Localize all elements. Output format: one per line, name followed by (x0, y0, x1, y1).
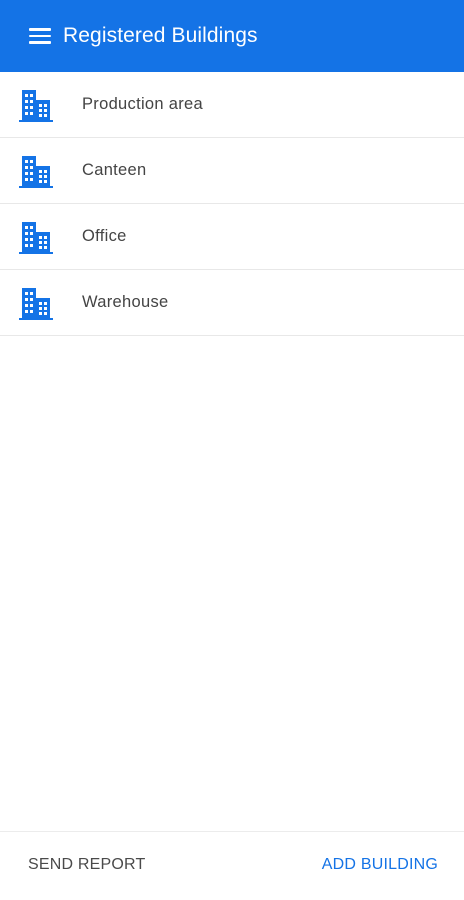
list-item-label: Office (82, 227, 127, 245)
add-building-button[interactable]: ADD BUILDING (322, 852, 438, 878)
list-item-warehouse[interactable]: Warehouse (0, 270, 464, 336)
app-bar: Registered Buildings (0, 0, 464, 72)
building-icon (19, 222, 53, 254)
hamburger-menu-icon[interactable] (29, 28, 51, 44)
list-item-label: Production area (82, 95, 203, 113)
building-icon (19, 156, 53, 188)
list-item-production-area[interactable]: Production area (0, 72, 464, 138)
buildings-list: Production area Canteen Office Warehouse (0, 72, 464, 336)
bottom-action-bar: SEND REPORT ADD BUILDING (0, 831, 464, 900)
list-item-canteen[interactable]: Canteen (0, 138, 464, 204)
building-icon (19, 90, 53, 122)
list-item-office[interactable]: Office (0, 204, 464, 270)
list-item-label: Warehouse (82, 293, 169, 311)
building-icon (19, 288, 53, 320)
page-title: Registered Buildings (63, 24, 258, 47)
send-report-button[interactable]: SEND REPORT (28, 852, 145, 878)
list-item-label: Canteen (82, 161, 147, 179)
